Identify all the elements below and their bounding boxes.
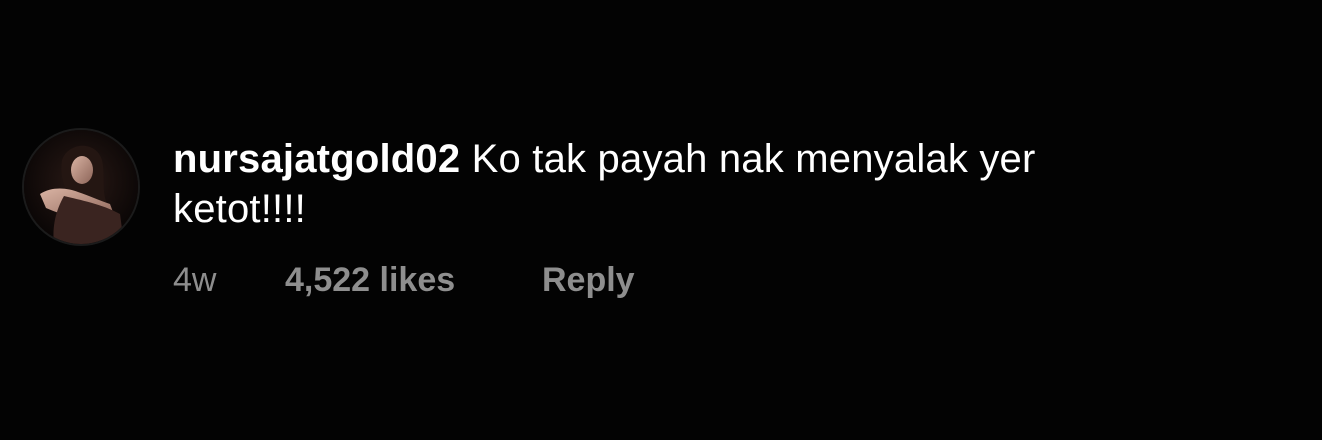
profile-photo-icon	[24, 130, 138, 244]
reply-button[interactable]: Reply	[542, 260, 635, 300]
avatar[interactable]	[22, 128, 140, 246]
likes-count-button[interactable]: 4,522 likes	[285, 260, 455, 300]
timestamp: 4w	[173, 261, 217, 299]
comment-body: nursajatgold02 Ko tak payah nak menyalak…	[173, 134, 1173, 234]
username-link[interactable]: nursajatgold02	[173, 137, 460, 181]
comment-screen: nursajatgold02 Ko tak payah nak menyalak…	[0, 0, 1322, 440]
